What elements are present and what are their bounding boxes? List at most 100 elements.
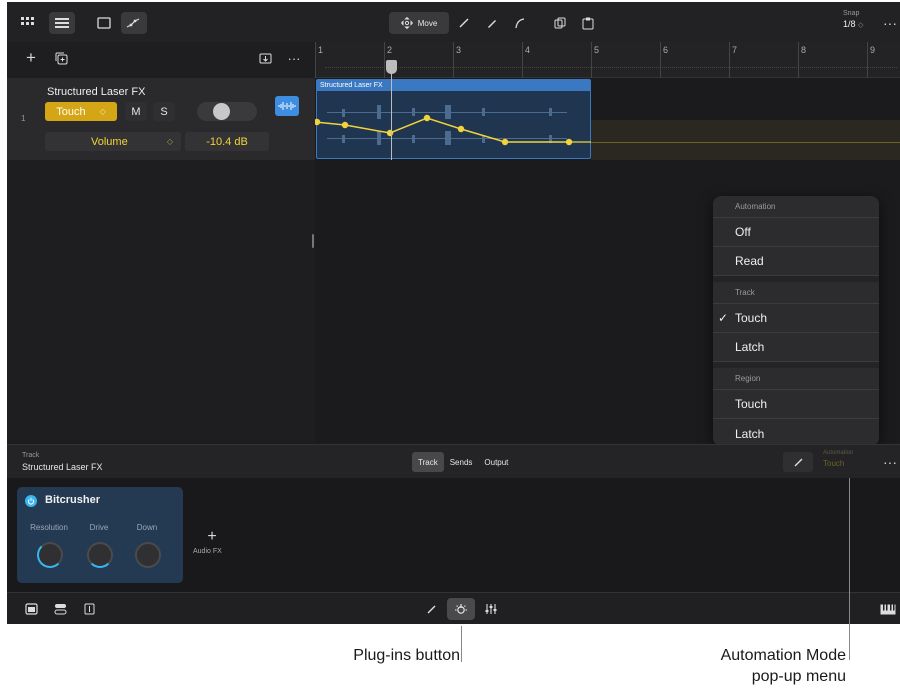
automation-lane [591,120,900,160]
knob-label: Drive [89,523,109,532]
automation-edit-icon[interactable] [783,452,813,472]
inspector-track-label: Track [22,452,40,459]
automation-view-icon[interactable] [121,12,147,34]
track-row[interactable]: 1 Structured Laser FX Touch ◇ M S Volume… [7,78,315,160]
info-icon[interactable] [81,601,97,617]
power-icon[interactable] [25,495,37,507]
duplicate-track-icon[interactable] [53,50,69,66]
popup-item-track-touch[interactable]: ✓ Touch [713,304,879,333]
move-label: Move [417,18,438,28]
window-icon[interactable] [91,12,117,34]
inspector-tabs: Track Sends Output [412,452,514,472]
bar-number: 4 [525,45,531,55]
move-tool-button[interactable]: Move [389,12,449,34]
popup-item-track-latch[interactable]: Latch [713,333,879,362]
inspector-more-icon[interactable]: ··· [881,453,899,471]
add-audio-fx-label[interactable]: Audio FX [193,548,222,555]
track-more-icon[interactable]: ··· [286,50,302,66]
track-list: + ··· 1 Structured Laser FX Touch ◇ M S … [7,42,315,442]
mute-button[interactable]: M [125,102,147,121]
popup-section-header: Region [713,368,879,390]
bar-number: 1 [318,45,324,55]
move-icon [400,17,413,29]
callout-automation-line2: pop-up menu [751,668,846,685]
popup-item-automation-off[interactable]: Off [713,218,879,247]
plugin-card[interactable]: Bitcrusher Resolution Drive Down [17,487,183,583]
snap-control[interactable]: Snap 1/8 ◇ [843,10,863,29]
callout-line-plugins [461,626,462,662]
download-track-icon[interactable] [257,50,273,66]
add-audio-fx-icon[interactable]: + [203,528,221,546]
automation-line-continuation [591,142,900,143]
callout-automation-line1: Automation Mode [720,647,846,664]
popup-item-automation-read[interactable]: Read [713,247,879,276]
automation-pencil-icon[interactable] [423,601,439,617]
curve-tool-icon[interactable] [507,12,533,34]
automation-mode-label: Automation [823,450,854,456]
more-options-icon[interactable]: ··· [881,14,899,32]
popup-section-header: Automation [713,196,879,218]
callout-plugins-button: Plug-ins button [353,647,460,664]
waveform-icon[interactable] [275,96,299,116]
plugins-area: Bitcrusher Resolution Drive Down + Audio… [7,478,900,592]
toggles-icon[interactable] [52,601,68,617]
copy-icon[interactable] [547,12,573,34]
popup-section-header: Track [713,282,879,304]
top-toolbar: Move Snap 1/8 ◇ ··· [7,2,900,42]
automation-parameter-label: Volume [91,135,128,148]
automation-mode-label: Touch [56,105,86,118]
track-number: 1 [21,114,26,123]
automation-value-field[interactable]: -10.4 dB [185,132,269,151]
callout-automation-mode: Automation Mode pop-up menu [650,645,846,687]
snap-value: 1/8 ◇ [843,19,864,29]
knob-label: Down [136,523,158,532]
plugins-icon [455,604,467,614]
popup-item-region-touch[interactable]: Touch [713,390,879,419]
chevron-updown-icon: ◇ [166,137,173,146]
tracks-view-icon[interactable] [49,12,75,34]
automation-mode-value: Touch [823,459,845,468]
grid-view-icon[interactable] [15,12,41,34]
automation-curve[interactable] [315,102,591,162]
bar-number: 3 [456,45,462,55]
automation-mode-button[interactable]: Touch ◇ [45,102,117,121]
automation-mode-popup-menu: Automation Off Read Track ✓ Touch Latch R… [713,196,879,446]
mixer-icon[interactable] [483,601,499,617]
pencil-tool-icon[interactable] [451,12,477,34]
down-knob[interactable] [135,542,161,568]
brush-tool-icon[interactable] [479,12,505,34]
bar-number: 9 [870,45,876,55]
library-icon[interactable] [23,601,39,617]
callout-line-automation [849,478,850,660]
knob-label: Resolution [30,523,68,532]
automation-parameter-selector[interactable]: Volume ◇ [45,132,181,151]
track-name[interactable]: Structured Laser FX [47,86,145,98]
playhead-handle[interactable] [386,60,397,74]
chevron-updown-icon: ◇ [99,107,106,116]
add-track-icon[interactable]: + [23,48,39,67]
paste-icon[interactable] [575,12,601,34]
bar-ruler[interactable]: 1 2 3 4 5 6 7 8 9 [315,42,900,78]
inspector-header: Track Structured Laser FX Track Sends Ou… [7,444,900,478]
keyboard-icon[interactable] [879,601,897,617]
popup-item-region-latch[interactable]: Latch [713,419,879,446]
bar-number: 6 [663,45,669,55]
pan-slider-thumb[interactable] [213,103,230,120]
pan-slider[interactable] [197,102,257,121]
tab-track[interactable]: Track [412,452,444,472]
solo-button[interactable]: S [153,102,175,121]
logic-pro-window: Move Snap 1/8 ◇ ··· + ··· 1 Structured L… [7,2,900,624]
inspector-track-name: Structured Laser FX [22,462,103,472]
tab-output[interactable]: Output [478,452,514,472]
plugin-name: Bitcrusher [45,494,101,506]
bar-number: 2 [387,45,393,55]
tab-sends[interactable]: Sends [444,452,479,472]
region-name: Structured Laser FX [317,80,590,91]
drive-knob[interactable] [87,542,113,568]
resolution-knob[interactable] [37,542,63,568]
resize-handle[interactable] [312,234,314,248]
automation-mode-popup-button[interactable]: Automation Touch [823,450,853,468]
playhead-line [391,60,392,160]
plugins-button[interactable] [447,598,475,620]
snap-label: Snap [843,10,860,17]
